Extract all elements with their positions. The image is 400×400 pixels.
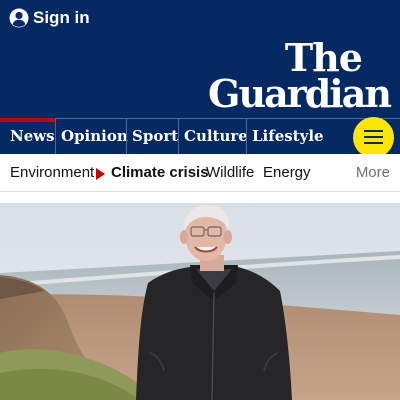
article-main-image [0,203,400,400]
subnav-item-environment[interactable]: Environment [10,154,94,191]
masthead: The Guardian [0,36,400,118]
section-subnav: Environment Climate crisis Wildlife Ener… [0,154,400,192]
pillar-sport[interactable]: Sport [126,119,178,154]
top-bar: Sign in [0,0,400,36]
subnav-item-wildlife[interactable]: Wildlife [206,154,254,191]
subnav-more-link[interactable]: More [341,154,390,191]
logo-line-2: Guardian [208,71,392,116]
pillar-culture[interactable]: Culture [178,119,248,154]
subnav-item-climate-crisis[interactable]: Climate crisis [111,154,209,191]
pillar-opinion[interactable]: Opinion [55,119,128,154]
sign-in-link[interactable]: Sign in [9,8,90,28]
menu-button[interactable] [353,117,394,158]
guardian-logo[interactable]: The Guardian [190,39,392,116]
pillar-nav: News Opinion Sport Culture Lifestyle [0,118,400,154]
user-account-icon [9,8,29,28]
subnav-item-energy[interactable]: Energy [263,154,311,191]
pillar-news[interactable]: News [0,118,55,154]
current-section-arrow-icon [96,168,105,180]
sign-in-label: Sign in [33,8,90,27]
hamburger-icon [364,130,383,132]
pillar-lifestyle[interactable]: Lifestyle [246,119,336,154]
